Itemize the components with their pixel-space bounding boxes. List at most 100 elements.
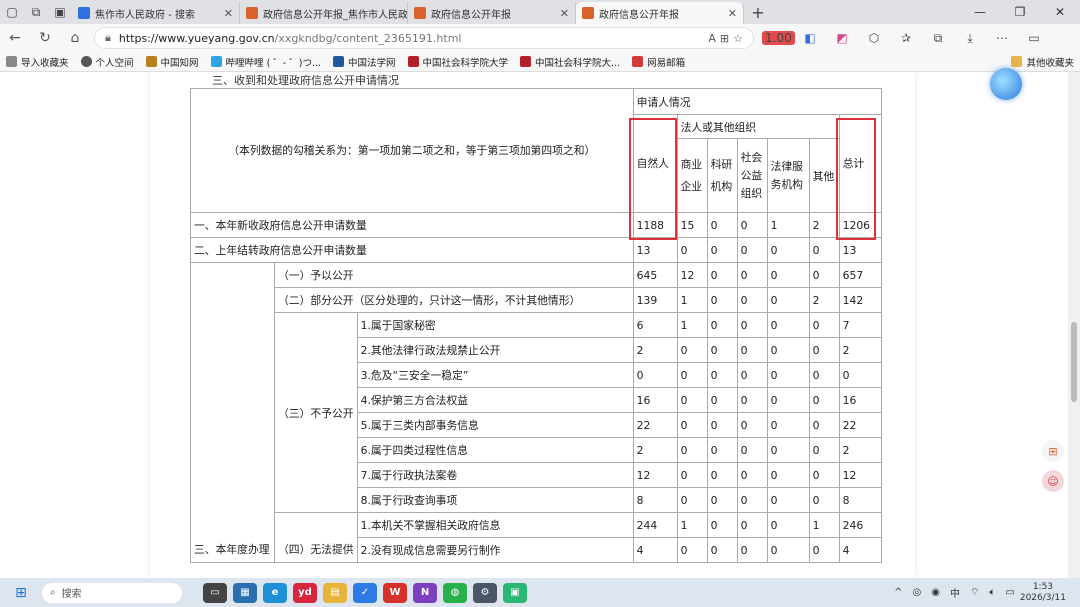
- tab-jiaozuo-report[interactable]: 政府信息公开年报_焦作市人民政府 ✕: [240, 2, 408, 24]
- cell: 0: [706, 412, 738, 438]
- tray-app2-icon[interactable]: ◉: [931, 587, 940, 598]
- youdao-icon[interactable]: yd: [293, 582, 317, 603]
- floating-assistant-icon[interactable]: [990, 68, 1022, 100]
- tab-report-active[interactable]: 政府信息公开年报 ✕: [576, 2, 744, 24]
- feedback-icon[interactable]: ☺: [1042, 470, 1064, 492]
- cell: 0: [766, 287, 810, 313]
- minimize-icon[interactable]: —: [960, 5, 1000, 19]
- close-icon[interactable]: ✕: [554, 7, 569, 20]
- close-icon[interactable]: ✕: [218, 7, 233, 20]
- file-explorer-icon[interactable]: ▤: [323, 582, 347, 603]
- tab-actions-icon[interactable]: ▣: [48, 0, 72, 24]
- address-bar[interactable]: 🔒︎ https://www.yueyang.gov.cn /xxgkndbg/…: [94, 27, 754, 49]
- read-aloud-icon[interactable]: A: [708, 32, 716, 45]
- col-total: 总计: [838, 114, 882, 213]
- cell: 0: [676, 412, 708, 438]
- favorites-icon[interactable]: ✰: [890, 31, 922, 45]
- tab-report[interactable]: 政府信息公开年报 ✕: [408, 2, 576, 24]
- profile-icon[interactable]: ▢: [0, 0, 24, 24]
- wechat-icon[interactable]: ◍: [443, 582, 467, 603]
- edge-icon[interactable]: e: [263, 582, 287, 603]
- split-screen-icon[interactable]: ⊞: [720, 32, 729, 45]
- scrollbar-thumb[interactable]: [1071, 322, 1077, 402]
- cell: 0: [766, 362, 810, 388]
- cell: 0: [736, 287, 768, 313]
- home-icon[interactable]: ⌂: [60, 30, 90, 46]
- maximize-icon[interactable]: ❐: [1000, 5, 1040, 19]
- bookmark-cass[interactable]: 中国社会科学院大学: [402, 55, 515, 69]
- translate-icon[interactable]: ◧: [794, 31, 826, 45]
- row-label: 1.本机关不掌握相关政府信息: [356, 512, 634, 538]
- university-icon: [407, 56, 419, 67]
- tab-search[interactable]: 焦作市人民政府 - 搜索 ✕: [72, 2, 240, 24]
- collections-icon[interactable]: ⧉: [24, 0, 48, 24]
- tray-overflow-icon[interactable]: ^: [894, 587, 902, 598]
- cell: 645: [632, 262, 678, 288]
- bookmarks-bar: 导入收藏夹 个人空间 中国知网 哔哩哔哩 ( ゜- ゜)つ... 中国法学网 中…: [0, 52, 1080, 72]
- todo-icon[interactable]: ✓: [353, 582, 377, 603]
- cell: 7: [838, 312, 882, 338]
- cell: 0: [736, 487, 768, 513]
- bookmark-import[interactable]: 导入收藏夹: [0, 55, 75, 69]
- battery-icon[interactable]: ▭: [1005, 587, 1014, 598]
- bookmark-label: 导入收藏夹: [21, 57, 69, 69]
- cell: 1188: [632, 212, 678, 238]
- back-icon[interactable]: ←: [0, 30, 30, 46]
- bookmark-law[interactable]: 中国法学网: [327, 55, 402, 69]
- cell: 0: [808, 537, 840, 563]
- cell: 0: [808, 462, 840, 488]
- cell: 2: [838, 337, 882, 363]
- col-natural-person: 自然人: [632, 114, 678, 213]
- bookmark-cnki[interactable]: 中国知网: [140, 55, 205, 69]
- bookmark-label: 其他收藏夹: [1026, 57, 1074, 69]
- wifi-icon[interactable]: ⌔: [970, 586, 979, 599]
- favorite-star-icon[interactable]: ☆: [733, 32, 743, 45]
- settings-gear-icon[interactable]: ⚙: [473, 582, 497, 603]
- bookmark-163-mail[interactable]: 网易邮箱: [626, 55, 691, 69]
- widgets-icon[interactable]: ▦: [233, 582, 257, 603]
- cell: 0: [766, 312, 810, 338]
- cell: 1206: [838, 212, 882, 238]
- apps-grid-icon[interactable]: ⊞: [1042, 440, 1064, 462]
- wps-icon[interactable]: W: [383, 582, 407, 603]
- window-close-icon[interactable]: ✕: [1040, 5, 1080, 19]
- input-method-indicator[interactable]: 中: [950, 585, 960, 600]
- row-label: （二）部分公开（区分处理的，只计这一情形，不计其他情形）: [274, 287, 634, 313]
- refresh-icon[interactable]: ↻: [30, 30, 60, 46]
- chat-app-icon[interactable]: ▣: [503, 582, 527, 603]
- extensions-puzzle-icon[interactable]: ⬡: [858, 31, 890, 45]
- volume-icon[interactable]: 🔈︎: [989, 587, 995, 598]
- gov-favicon-icon: [414, 7, 426, 19]
- more-icon[interactable]: ⋯: [986, 31, 1018, 45]
- screenshot-icon[interactable]: ◩: [826, 31, 858, 45]
- close-icon[interactable]: ✕: [722, 7, 737, 20]
- cell: 8: [632, 487, 678, 513]
- vertical-scrollbar[interactable]: [1068, 72, 1080, 578]
- bookmark-personal[interactable]: 个人空间: [75, 55, 140, 69]
- taskbar-search[interactable]: ⌕ 搜索: [42, 582, 182, 603]
- search-icon: ⌕: [50, 587, 56, 598]
- bookmark-bilibili[interactable]: 哔哩哔哩 ( ゜- ゜)つ...: [205, 55, 327, 69]
- task-view-icon[interactable]: ▭: [203, 582, 227, 603]
- cell: 244: [632, 512, 678, 538]
- cell: 4: [632, 537, 678, 563]
- onenote-icon[interactable]: N: [413, 582, 437, 603]
- system-clock[interactable]: 1:53 2026/3/11: [1020, 582, 1066, 604]
- cell: 0: [632, 362, 678, 388]
- downloads-icon[interactable]: ⤓: [954, 31, 986, 46]
- extension-badge: 1.00: [762, 31, 795, 45]
- windows-start-icon[interactable]: ⊞: [6, 585, 36, 601]
- cell: 0: [736, 412, 768, 438]
- tray-app-icon[interactable]: ◎: [913, 587, 922, 598]
- collections-toolbar-icon[interactable]: ⧉: [922, 31, 954, 46]
- bookmark-label: 个人空间: [95, 57, 134, 69]
- new-tab-button[interactable]: +: [744, 3, 772, 22]
- lock-icon[interactable]: 🔒︎: [105, 31, 111, 45]
- cell: 22: [632, 412, 678, 438]
- extension-icon[interactable]: 1.00: [762, 31, 795, 45]
- bookmark-cass-2[interactable]: 中国社会科学院大...: [514, 55, 626, 69]
- cell: 0: [766, 437, 810, 463]
- sidebar-toggle-icon[interactable]: ▭: [1018, 31, 1050, 45]
- cell: 13: [632, 237, 678, 263]
- other-bookmarks-folder[interactable]: 其他收藏夹: [1005, 55, 1080, 69]
